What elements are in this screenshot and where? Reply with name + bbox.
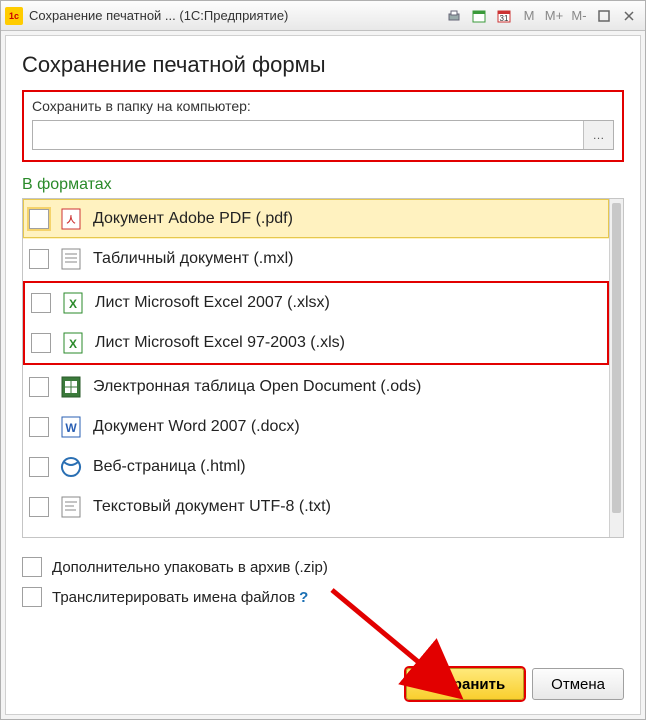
cancel-button[interactable]: Отмена [532,668,624,700]
format-label: Табличный документ (.mxl) [93,250,293,268]
folder-input[interactable] [33,121,583,149]
m-plus-button[interactable]: M+ [542,5,566,27]
app-icon: 1c [5,7,23,25]
folder-input-row: … [32,120,614,150]
svg-text:W: W [65,421,77,435]
print-icon[interactable] [442,5,466,27]
checkbox[interactable] [29,377,49,397]
format-row-docx[interactable]: W Документ Word 2007 (.docx) [23,407,609,447]
format-label: Лист Microsoft Excel 97-2003 (.xls) [95,334,345,352]
content: Сохранение печатной формы Сохранить в па… [5,35,641,715]
format-label: Электронная таблица Open Document (.ods) [93,378,421,396]
checkbox[interactable] [29,249,49,269]
ods-icon [59,375,83,399]
format-row-html[interactable]: Веб-страница (.html) [23,447,609,487]
pdf-icon: 人 [59,207,83,231]
svg-text:X: X [69,297,77,311]
excel-icon: X [61,291,85,315]
word-icon: W [59,415,83,439]
help-icon[interactable]: ? [299,589,308,606]
mxl-icon [59,247,83,271]
format-row-mxl[interactable]: Табличный документ (.mxl) [23,239,609,279]
checkbox[interactable] [31,333,51,353]
checkbox[interactable] [31,293,51,313]
checkbox[interactable] [29,209,49,229]
format-row-pdf[interactable]: 人 Документ Adobe PDF (.pdf) [23,199,609,239]
checkbox[interactable] [29,457,49,477]
ellipsis-icon: … [593,128,605,142]
buttons-row: Сохранить Отмена [22,650,624,700]
format-row-xlsx[interactable]: X Лист Microsoft Excel 2007 (.xlsx) [25,283,607,323]
formats-list: 人 Документ Adobe PDF (.pdf) Табличный до… [22,198,624,538]
scrollbar-thumb[interactable] [612,203,621,513]
format-label: Документ Word 2007 (.docx) [93,418,300,436]
titlebar: 1c Сохранение печатной ... (1С:Предприят… [1,1,645,31]
format-label: Лист Microsoft Excel 2007 (.xlsx) [95,294,330,312]
translit-label: Транслитерировать имена файлов [52,589,295,606]
excel-highlight-group: X Лист Microsoft Excel 2007 (.xlsx) X Ли… [23,281,609,365]
formats-title: В форматах [22,176,624,194]
checkbox[interactable] [29,497,49,517]
format-label: Веб-страница (.html) [93,458,246,476]
close-icon[interactable] [617,5,641,27]
options-area: Дополнительно упаковать в архив (.zip) Т… [22,552,624,612]
excel-icon: X [61,331,85,355]
format-label: Документ Adobe PDF (.pdf) [93,210,293,228]
format-row-xls[interactable]: X Лист Microsoft Excel 97-2003 (.xls) [25,323,607,363]
browse-button[interactable]: … [583,121,613,149]
folder-section: Сохранить в папку на компьютер: … [22,90,624,162]
translit-option[interactable]: Транслитерировать имена файлов ? [22,582,624,612]
checkbox[interactable] [22,587,42,607]
window: 1c Сохранение печатной ... (1С:Предприят… [0,0,646,720]
zip-label: Дополнительно упаковать в архив (.zip) [52,559,328,576]
page-title: Сохранение печатной формы [22,52,624,78]
svg-text:人: 人 [65,214,76,225]
format-row-txt[interactable]: Текстовый документ UTF-8 (.txt) [23,487,609,527]
scrollbar[interactable] [609,199,623,537]
format-label: Текстовый документ UTF-8 (.txt) [93,498,331,516]
zip-option[interactable]: Дополнительно упаковать в архив (.zip) [22,552,624,582]
checkbox[interactable] [22,557,42,577]
window-title: Сохранение печатной ... (1С:Предприятие) [29,8,288,23]
m-button[interactable]: M [517,5,541,27]
checkbox[interactable] [29,417,49,437]
calendar-green-icon[interactable] [467,5,491,27]
maximize-icon[interactable] [592,5,616,27]
svg-text:X: X [69,337,77,351]
format-row-ods[interactable]: Электронная таблица Open Document (.ods) [23,367,609,407]
svg-text:31: 31 [500,14,509,23]
html-icon [59,455,83,479]
calendar-red-icon[interactable]: 31 [492,5,516,27]
m-minus-button[interactable]: M- [567,5,591,27]
txt-icon [59,495,83,519]
folder-label: Сохранить в папку на компьютер: [32,98,614,114]
save-button[interactable]: Сохранить [406,668,524,700]
